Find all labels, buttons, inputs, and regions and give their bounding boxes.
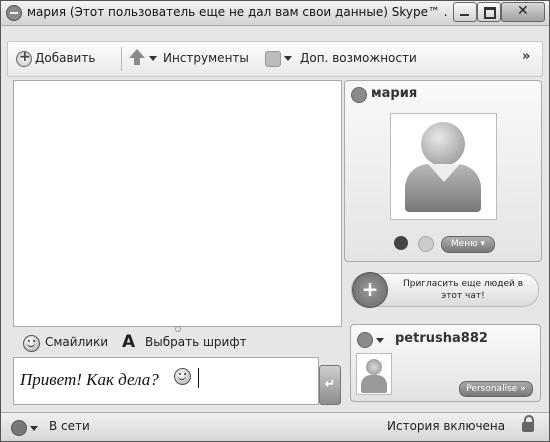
invite-people-button[interactable]: + Пригласить еще людей в этот чат! — [351, 272, 539, 308]
toolbar-divider — [121, 47, 122, 71]
add-button[interactable]: Добавить — [35, 51, 95, 65]
add-contact-icon[interactable] — [16, 49, 32, 67]
smiley-icon[interactable] — [23, 335, 40, 352]
maximize-icon — [484, 7, 496, 19]
minimize-button[interactable] — [453, 2, 477, 22]
online-status-icon[interactable] — [11, 420, 27, 436]
chevron-down-icon[interactable] — [149, 56, 157, 61]
invite-label: Пригласить еще людей в этот чат! — [402, 279, 524, 301]
title-bar[interactable]: мария (Этот пользователь еще не дал вам … — [1, 1, 549, 26]
smileys-button[interactable]: Смайлики — [45, 335, 108, 349]
contact-avatar[interactable] — [390, 113, 497, 220]
status-bar: В сети История включена — [1, 412, 549, 441]
close-icon: ✕ — [517, 3, 529, 19]
send-button[interactable]: ↵ — [319, 365, 341, 405]
self-profile-panel: petrusha882 Personalise » — [350, 324, 541, 402]
lock-icon — [522, 415, 534, 432]
skype-icon[interactable] — [6, 5, 22, 21]
conversation-history[interactable] — [13, 80, 342, 327]
extras-menu[interactable]: Доп. возможности — [300, 51, 417, 65]
maximize-button[interactable] — [477, 2, 501, 22]
minimize-icon — [460, 14, 469, 16]
chevron-down-icon[interactable] — [30, 426, 38, 431]
chevron-down-icon[interactable] — [284, 56, 292, 61]
close-button[interactable]: ✕ — [501, 2, 545, 22]
text-cursor — [198, 368, 199, 388]
font-icon[interactable]: A — [122, 332, 135, 352]
add-people-icon: + — [352, 272, 388, 308]
message-input[interactable]: Привет! Как дела? — [13, 357, 319, 405]
contact-status-icon — [351, 87, 367, 103]
status-text[interactable]: В сети — [49, 419, 90, 433]
message-text: Привет! Как дела? — [20, 370, 159, 389]
self-status-icon[interactable] — [357, 332, 373, 348]
choose-font-button[interactable]: Выбрать шрифт — [145, 335, 247, 349]
smiley-emoticon-icon — [174, 368, 191, 385]
history-status: История включена — [387, 419, 506, 433]
self-name: petrusha882 — [395, 331, 488, 346]
self-avatar[interactable] — [356, 353, 392, 395]
skype-chat-window: мария (Этот пользователь еще не дал вам … — [0, 0, 550, 442]
contact-name[interactable]: мария — [371, 86, 417, 101]
toolbar: Добавить Инструменты Доп. возможности » — [7, 41, 543, 77]
chat-icon[interactable] — [418, 236, 434, 252]
contact-menu-button[interactable]: Меню ▾ — [441, 236, 495, 253]
tools-menu[interactable]: Инструменты — [163, 51, 249, 65]
format-bar: Смайлики A Выбрать шрифт — [13, 332, 342, 356]
personalise-button[interactable]: Personalise » — [459, 381, 533, 397]
call-icon[interactable] — [394, 236, 408, 250]
window-title: мария (Этот пользователь еще не дал вам … — [27, 5, 447, 19]
send-file-icon[interactable] — [129, 49, 145, 65]
extras-icon[interactable] — [265, 51, 281, 67]
chevron-down-icon[interactable] — [376, 338, 384, 343]
more-toolbar-button[interactable]: » — [522, 49, 530, 64]
contact-card: мария Меню ▾ — [344, 80, 542, 262]
